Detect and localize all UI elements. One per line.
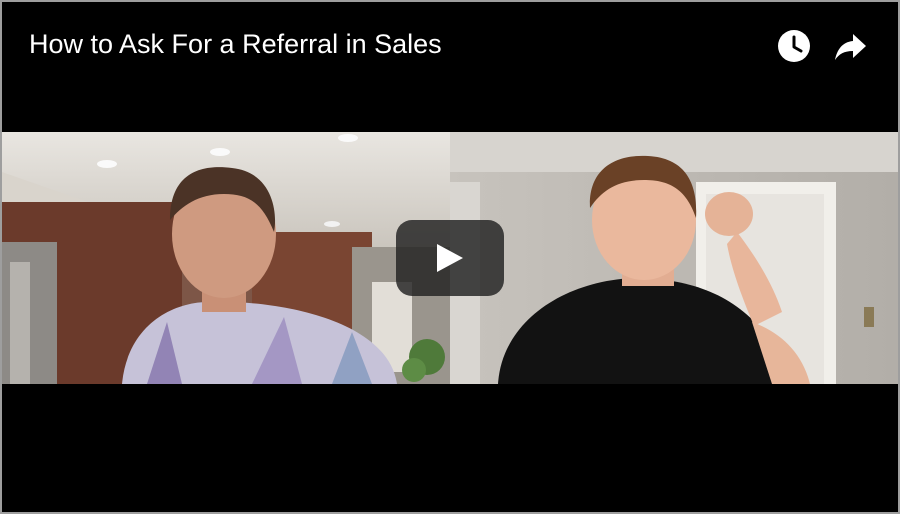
play-button[interactable] [396,220,504,296]
watch-later-button[interactable] [776,28,812,64]
share-button[interactable] [832,28,868,64]
clock-icon [778,30,810,62]
video-title[interactable]: How to Ask For a Referral in Sales [29,26,442,62]
share-arrow-icon [835,34,866,60]
play-icon [437,244,463,272]
video-player[interactable]: How to Ask For a Referral in Sales [0,0,900,514]
